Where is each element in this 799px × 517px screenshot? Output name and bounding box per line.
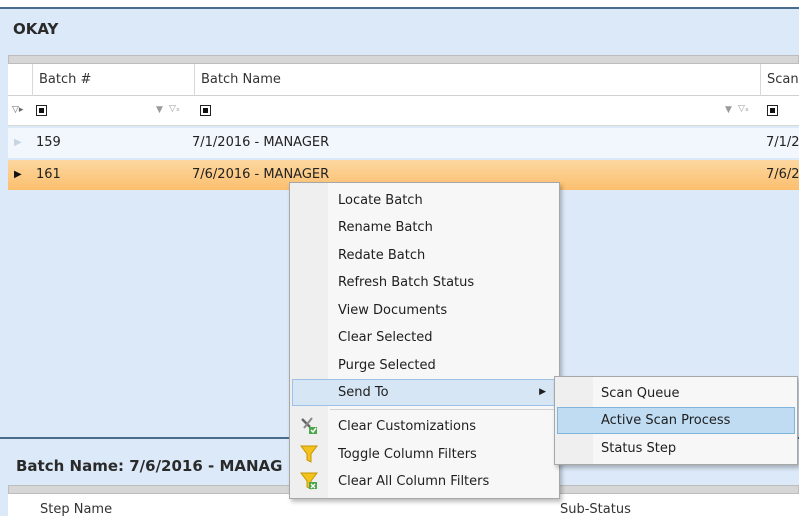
menu-item-refresh-batch-status[interactable]: Refresh Batch Status [292, 269, 557, 296]
menu-item-locate-batch[interactable]: Locate Batch [292, 187, 557, 214]
send-to-submenu: Scan Queue Active Scan Process Status St… [554, 376, 798, 465]
funnel-icon [300, 445, 318, 463]
menu-item-send-to[interactable]: Send To ▶ [292, 379, 557, 406]
menu-item-label: Clear All Column Filters [338, 474, 490, 489]
batch-number-cell: 159 [36, 135, 61, 150]
clear-filter-icon[interactable]: ▽ₓ [169, 104, 180, 114]
menu-item-view-documents[interactable]: View Documents [292, 297, 557, 324]
scan-cell: 7/6/2 [766, 167, 799, 182]
submenu-item-status-step[interactable]: Status Step [557, 435, 795, 462]
dropdown-arrow-icon[interactable]: ▼ [156, 105, 163, 115]
menu-item-clear-selected[interactable]: Clear Selected [292, 324, 557, 351]
table-row[interactable]: ▶ 159 7/1/2016 - MANAGER 7/1/2 [8, 128, 799, 158]
column-header-batch-name[interactable]: Batch Name [194, 64, 760, 96]
horizontal-scrollbar[interactable] [8, 55, 799, 64]
column-header-step-name[interactable]: Step Name [40, 502, 112, 517]
filter-checkbox-batch-number[interactable] [36, 105, 47, 116]
filter-row-icon: ▽▸ [12, 105, 24, 115]
batch-detail-title: Batch Name: 7/6/2016 - MANAG [16, 457, 283, 475]
tools-icon [301, 417, 317, 434]
column-header-scan[interactable]: Scan [760, 64, 799, 96]
batch-name-cell: 7/1/2016 - MANAGER [192, 135, 330, 150]
context-menu: Locate Batch Rename Batch Redate Batch R… [289, 182, 560, 499]
menu-item-clear-all-column-filters[interactable]: Clear All Column Filters [292, 468, 557, 495]
menu-separator [330, 409, 556, 410]
row-indicator-icon: ▶ [14, 169, 22, 180]
batch-number-cell: 161 [36, 167, 61, 182]
submenu-item-scan-queue[interactable]: Scan Queue [557, 380, 795, 407]
filter-row: ▽▸ ▼ ▽ₓ ▼ ▽ₓ [8, 96, 799, 126]
row-indicator-icon: ▶ [14, 137, 22, 148]
menu-item-rename-batch[interactable]: Rename Batch [292, 214, 557, 241]
submenu-item-active-scan-process[interactable]: Active Scan Process [557, 407, 795, 434]
filter-checkbox-scan[interactable] [767, 105, 778, 116]
send-to-label: Send To [338, 385, 389, 400]
grid-header: Batch # Batch Name Scan [8, 64, 799, 96]
panel-title: OKAY [13, 20, 59, 38]
menu-item-purge-selected[interactable]: Purge Selected [292, 352, 557, 379]
menu-item-toggle-column-filters[interactable]: Toggle Column Filters [292, 441, 557, 468]
submenu-arrow-icon: ▶ [539, 387, 546, 397]
clear-filter-icon[interactable]: ▽ₓ [738, 104, 749, 114]
column-header-sub-status[interactable]: Sub-Status [560, 502, 631, 517]
funnel-clear-icon [300, 472, 318, 490]
dropdown-arrow-icon[interactable]: ▼ [725, 105, 732, 115]
menu-item-redate-batch[interactable]: Redate Batch [292, 242, 557, 269]
menu-item-label: Clear Customizations [338, 419, 477, 434]
menu-item-label: Toggle Column Filters [338, 447, 477, 462]
column-header-batch-number[interactable]: Batch # [32, 64, 194, 96]
menu-item-clear-customizations[interactable]: Clear Customizations [292, 413, 557, 440]
filter-checkbox-batch-name[interactable] [200, 105, 211, 116]
scan-cell: 7/1/2 [766, 135, 799, 150]
